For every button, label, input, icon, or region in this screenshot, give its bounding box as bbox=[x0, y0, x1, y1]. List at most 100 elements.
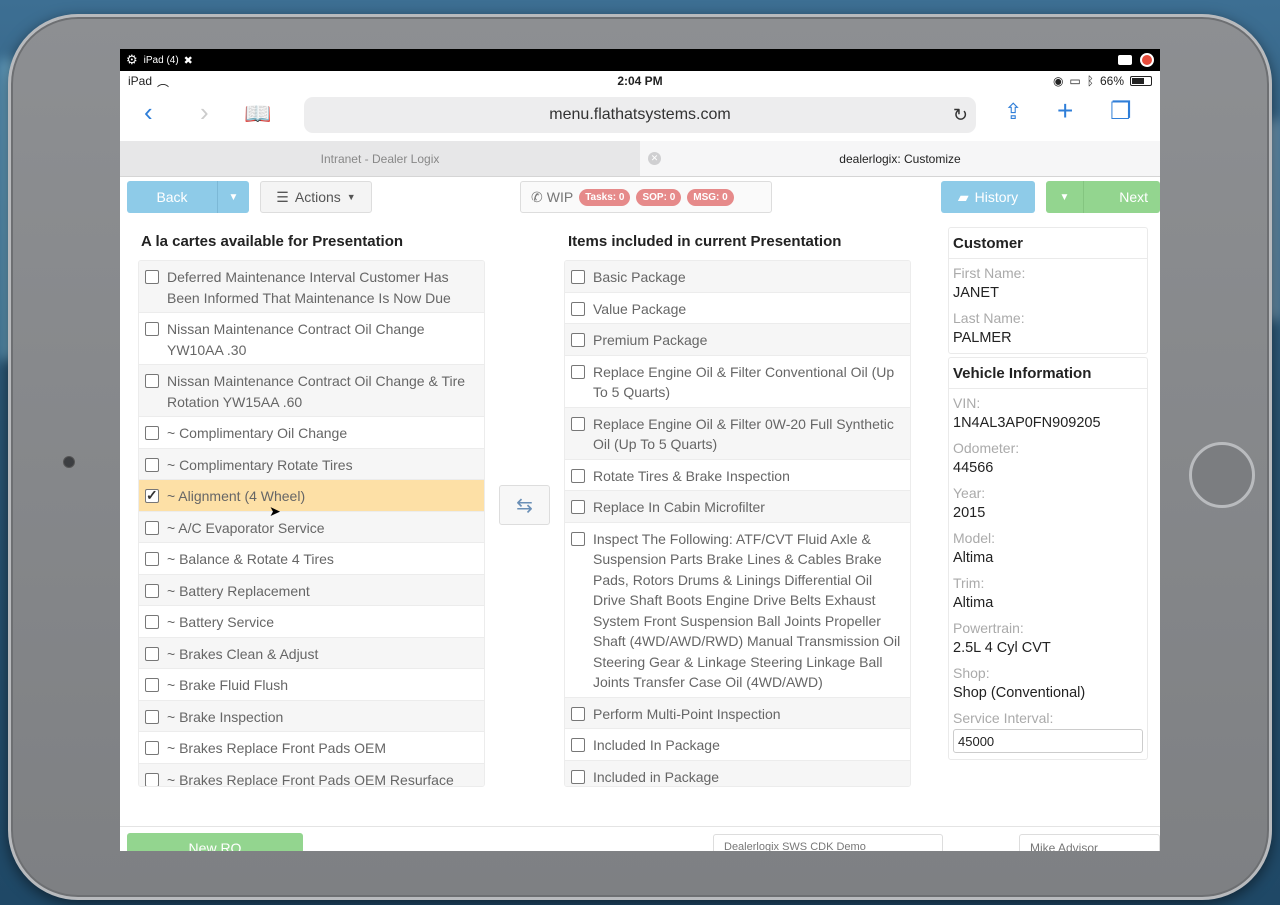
swap-arrows-icon[interactable]: ⇆ bbox=[499, 485, 550, 525]
checkbox[interactable] bbox=[145, 741, 159, 755]
checkbox[interactable] bbox=[571, 416, 585, 431]
included-item[interactable]: Inspect The Following: ATF/CVT Fluid Axl… bbox=[565, 522, 910, 698]
powertrain-value: 2.5L 4 Cyl CVT bbox=[953, 640, 1051, 656]
available-item[interactable]: ~ Alignment (4 Wheel) bbox=[139, 480, 484, 512]
included-item[interactable]: Replace In Cabin Microfilter bbox=[565, 491, 910, 523]
checkbox[interactable] bbox=[571, 738, 585, 752]
model-value: Altima bbox=[953, 550, 994, 566]
available-item[interactable]: ~ Complimentary Oil Change bbox=[139, 417, 484, 449]
checkbox[interactable] bbox=[571, 301, 585, 316]
year-label: Year: bbox=[953, 485, 986, 501]
footer-bar: New RO Dealerlogix SWS CDK Demo Mike Adv… bbox=[120, 826, 1160, 851]
included-item[interactable]: Perform Multi-Point Inspection bbox=[565, 697, 910, 729]
available-item[interactable]: ~ Battery Service bbox=[139, 606, 484, 638]
checkbox[interactable] bbox=[145, 615, 159, 629]
checkbox[interactable] bbox=[571, 333, 585, 347]
checkbox[interactable] bbox=[145, 485, 159, 506]
new-tab-icon[interactable]: + bbox=[1057, 95, 1073, 127]
included-item[interactable]: Replace Engine Oil & Filter Conventional… bbox=[565, 355, 910, 408]
included-item[interactable]: Rotate Tires & Brake Inspection bbox=[565, 459, 910, 491]
home-button[interactable] bbox=[1189, 442, 1255, 508]
tab-intranet[interactable]: Intranet - Dealer Logix bbox=[120, 141, 640, 176]
caret-down-icon[interactable]: ▼ bbox=[217, 181, 249, 213]
recording-bar: ⚙ iPad (4) ✖ bbox=[120, 49, 1160, 71]
checkbox[interactable] bbox=[145, 374, 159, 388]
available-item[interactable]: ~ Brake Inspection bbox=[139, 700, 484, 732]
record-icon[interactable] bbox=[1140, 53, 1154, 67]
checkbox[interactable] bbox=[145, 426, 159, 440]
reload-icon[interactable]: ↻ bbox=[953, 97, 968, 133]
checkbox[interactable] bbox=[571, 769, 585, 784]
available-item[interactable]: ~ Complimentary Rotate Tires bbox=[139, 448, 484, 480]
checkbox[interactable] bbox=[145, 646, 159, 661]
back-arrow-icon[interactable]: ‹ bbox=[144, 97, 153, 128]
included-item-label: Premium Package bbox=[593, 332, 708, 348]
tasks-badge[interactable]: Tasks: 0 bbox=[579, 188, 631, 206]
checkbox[interactable] bbox=[145, 322, 159, 336]
available-item-label: ~ Complimentary Rotate Tires bbox=[167, 456, 353, 473]
front-camera bbox=[63, 456, 75, 468]
ipad-screen: ⚙ iPad (4) ✖ iPad ︵ 2:04 PM ◉ ▭ ᛒ 66% ‹ … bbox=[120, 49, 1160, 851]
available-item[interactable]: ~ A/C Evaporator Service bbox=[139, 511, 484, 543]
available-item[interactable]: ~ Brakes Replace Front Pads OEM bbox=[139, 732, 484, 764]
new-ro-button[interactable]: New RO bbox=[127, 833, 303, 851]
checkbox[interactable] bbox=[571, 364, 585, 379]
checkbox[interactable] bbox=[571, 270, 585, 284]
bookmarks-icon[interactable]: 📖 bbox=[244, 101, 271, 127]
actions-dropdown[interactable]: ☰ Actions ▼ bbox=[260, 181, 372, 213]
caret-down-icon[interactable]: ▼ bbox=[1046, 181, 1084, 213]
tabs-overview-icon[interactable]: ❐ bbox=[1110, 97, 1132, 126]
vin-value: 1N4AL3AP0FN909205 bbox=[953, 415, 1101, 431]
checkbox[interactable] bbox=[145, 520, 159, 535]
sop-badge[interactable]: SOP: 0 bbox=[636, 188, 682, 206]
included-item[interactable]: Basic Package bbox=[565, 261, 910, 293]
available-item[interactable]: ~ Battery Replacement bbox=[139, 574, 484, 606]
close-icon[interactable]: ✖ bbox=[184, 54, 193, 67]
first-name-value: JANET bbox=[953, 285, 999, 301]
available-item[interactable]: Nissan Maintenance Contract Oil Change Y… bbox=[139, 313, 484, 365]
checkbox[interactable] bbox=[145, 270, 159, 284]
address-bar[interactable]: menu.flathatsystems.com ↻ bbox=[304, 97, 976, 133]
tab-customize[interactable]: ✕ dealerlogix: Customize bbox=[640, 141, 1160, 176]
checkbox[interactable] bbox=[145, 709, 159, 724]
checkbox[interactable] bbox=[145, 457, 159, 472]
available-item[interactable]: ~ Brakes Clean & Adjust bbox=[139, 637, 484, 669]
checkbox[interactable] bbox=[145, 552, 159, 566]
available-item[interactable]: Nissan Maintenance Contract Oil Change &… bbox=[139, 365, 484, 417]
wip-status[interactable]: ✆ WIP Tasks: 0 SOP: 0 MSG: 0 bbox=[520, 181, 772, 213]
checkbox[interactable] bbox=[571, 531, 585, 546]
checkbox[interactable] bbox=[571, 468, 585, 483]
included-item-label: Replace Engine Oil & Filter 0W-20 Full S… bbox=[593, 415, 894, 453]
powertrain-label: Powertrain: bbox=[953, 620, 1024, 636]
back-button[interactable]: Back ▼ bbox=[127, 181, 249, 213]
camera-icon[interactable] bbox=[1118, 55, 1132, 65]
service-interval-input[interactable] bbox=[953, 729, 1143, 753]
share-icon[interactable]: ⇪ bbox=[1004, 99, 1022, 125]
included-item[interactable]: Value Package bbox=[565, 292, 910, 324]
advisor-select[interactable]: Mike Advisor bbox=[1019, 834, 1160, 851]
vehicle-panel: Vehicle Information VIN: 1N4AL3AP0FN9092… bbox=[948, 357, 1148, 760]
included-item[interactable]: Included in Package bbox=[565, 760, 910, 786]
msg-badge[interactable]: MSG: 0 bbox=[687, 188, 734, 206]
checkbox[interactable] bbox=[571, 706, 585, 721]
history-button[interactable]: ▰ History bbox=[941, 181, 1035, 213]
checkbox[interactable] bbox=[145, 678, 159, 692]
available-item[interactable]: ~ Brakes Replace Front Pads OEM Resurfac… bbox=[139, 763, 484, 786]
available-item-label: ~ Brake Inspection bbox=[167, 708, 284, 725]
forward-arrow-icon[interactable]: › bbox=[200, 97, 209, 128]
gear-icon[interactable]: ⚙ bbox=[126, 52, 138, 68]
included-item[interactable]: Premium Package bbox=[565, 324, 910, 356]
included-item[interactable]: Included In Package bbox=[565, 729, 910, 761]
dealer-select[interactable]: Dealerlogix SWS CDK Demo bbox=[713, 834, 943, 851]
close-tab-icon[interactable]: ✕ bbox=[648, 152, 661, 165]
included-item[interactable]: Replace Engine Oil & Filter 0W-20 Full S… bbox=[565, 407, 910, 460]
available-item[interactable]: ~ Balance & Rotate 4 Tires bbox=[139, 543, 484, 575]
included-item-label: Basic Package bbox=[593, 269, 686, 285]
checkbox[interactable] bbox=[145, 772, 159, 786]
customer-panel: Customer First Name: JANET Last Name: PA… bbox=[948, 227, 1148, 354]
available-item[interactable]: Deferred Maintenance Interval Customer H… bbox=[139, 261, 484, 313]
checkbox[interactable] bbox=[145, 583, 159, 598]
checkbox[interactable] bbox=[571, 500, 585, 514]
available-item[interactable]: ~ Brake Fluid Flush bbox=[139, 669, 484, 701]
next-button[interactable]: ▼ Next bbox=[1046, 181, 1160, 213]
